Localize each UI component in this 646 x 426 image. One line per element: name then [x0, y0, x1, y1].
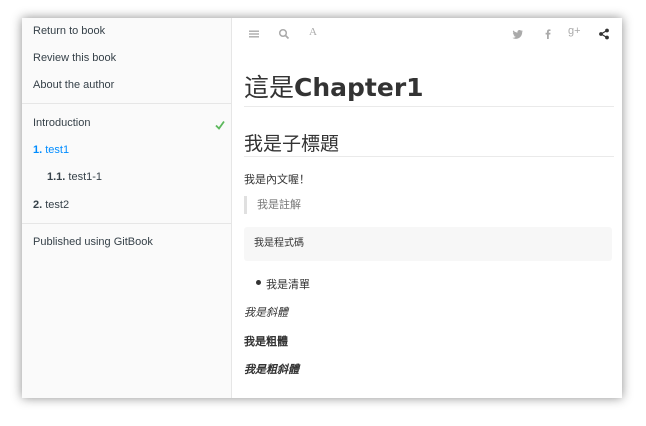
return-to-book-link[interactable]: Return to book [33, 23, 105, 39]
italic-text: 我是斜體 [244, 306, 288, 319]
list-bullet [256, 280, 261, 285]
title-prefix: 這是 [244, 73, 295, 102]
search-icon[interactable] [278, 28, 290, 40]
chapter-number: 1. [33, 144, 43, 156]
chapter-number: 1.1. [47, 171, 66, 183]
list-item: 我是清單 [266, 278, 310, 291]
paragraph: 我是內文喔！ [244, 173, 310, 186]
sidebar-item-label: test1-1 [68, 171, 103, 183]
sidebar-item-label: Introduction [33, 117, 91, 129]
published-using-gitbook-link[interactable]: Published using GitBook [33, 234, 153, 250]
code-block: 我是程式碼 [244, 227, 612, 261]
subtitle-underline [244, 156, 614, 157]
sidebar-item-test2[interactable]: 2. test2 [33, 197, 69, 213]
review-book-link[interactable]: Review this book [33, 50, 116, 66]
sidebar: Return to book Review this book About th… [22, 18, 232, 398]
subtitle: 我是子標題 [244, 133, 340, 155]
sidebar-divider [22, 223, 231, 224]
bold-text: 我是粗體 [244, 335, 288, 348]
sidebar-item-introduction[interactable]: Introduction [33, 115, 90, 131]
title-underline [244, 106, 614, 107]
sidebar-item-test1-1[interactable]: 1.1. test1-1 [47, 169, 102, 185]
facebook-icon[interactable] [542, 28, 554, 40]
blockquote: 我是註解 [244, 196, 301, 214]
font-icon[interactable]: A [309, 26, 317, 38]
sidebar-item-label: test1 [45, 144, 70, 156]
main-content: A g+ 這是Chapter1 我是子標題 我是內文喔！ 我是註解 我是程式碼 … [232, 18, 622, 398]
sidebar-divider [22, 103, 231, 104]
page-title: 這是Chapter1 [244, 68, 424, 104]
title-main: Chapter1 [294, 73, 424, 102]
share-icon[interactable] [598, 28, 610, 40]
bold-italic-text: 我是粗斜體 [244, 363, 299, 376]
sidebar-item-test1[interactable]: 1. test1 [33, 142, 69, 158]
google-plus-icon[interactable]: g+ [568, 25, 581, 37]
chapter-number: 2. [33, 199, 43, 211]
twitter-icon[interactable] [512, 28, 524, 40]
gitbook-window: Return to book Review this book About th… [22, 18, 622, 398]
about-author-link[interactable]: About the author [33, 77, 114, 93]
sidebar-item-label: test2 [45, 199, 70, 211]
check-icon [215, 120, 225, 130]
menu-icon[interactable] [248, 28, 260, 40]
